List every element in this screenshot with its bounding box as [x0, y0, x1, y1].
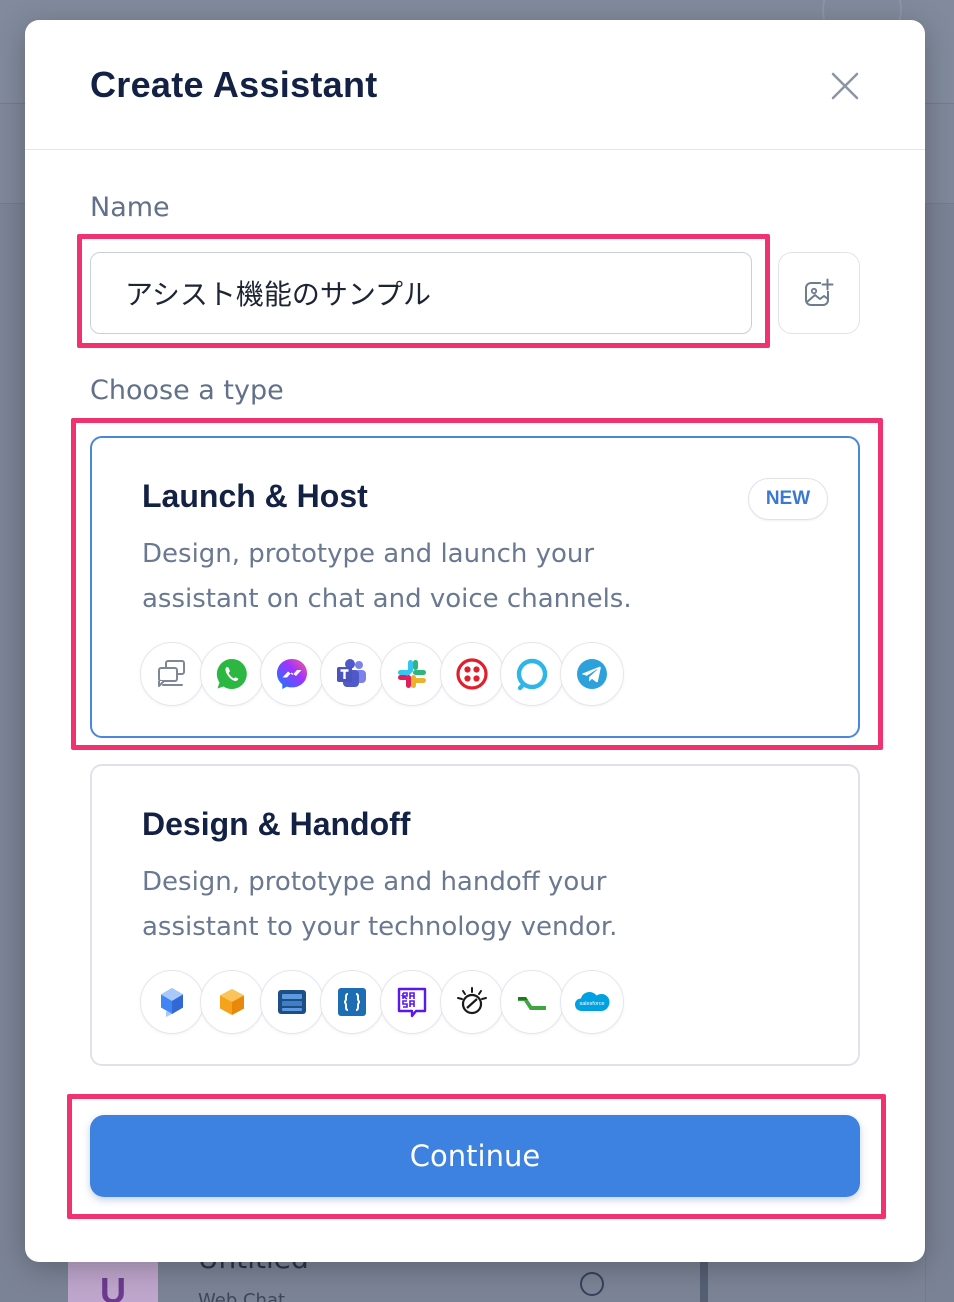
name-label: Name	[90, 192, 170, 223]
launch-host-description: Design, prototype and launch your assist…	[142, 532, 742, 622]
create-assistant-modal: Create Assistant Name アシスト機能のサンプル Choose…	[25, 20, 925, 1262]
json-icon	[320, 970, 384, 1034]
close-button[interactable]	[825, 66, 865, 106]
telegram-icon	[560, 642, 624, 706]
name-input-value: アシスト機能のサンプル	[125, 278, 432, 311]
teams-icon	[320, 642, 384, 706]
modal-title: Create Assistant	[90, 64, 378, 105]
rasa-icon	[380, 970, 444, 1034]
messenger-icon	[260, 642, 324, 706]
choose-type-label: Choose a type	[90, 375, 284, 406]
design-handoff-vendor-icons: salesforce	[140, 970, 624, 1034]
add-image-icon	[805, 278, 834, 306]
background-scrollbar	[700, 1262, 708, 1302]
design-handoff-description-line1: Design, prototype and handoff your	[142, 867, 607, 897]
svg-text:salesforce: salesforce	[579, 1001, 604, 1007]
name-input[interactable]: アシスト機能のサンプル	[90, 252, 752, 334]
launch-host-channel-icons	[140, 642, 624, 706]
background-radio-icon	[580, 1272, 604, 1296]
design-handoff-description: Design, prototype and handoff your assis…	[142, 860, 742, 950]
type-option-design-handoff[interactable]: Design & Handoff Design, prototype and h…	[90, 764, 860, 1066]
dialogflow-icon	[140, 970, 204, 1034]
background-assistant-subtitle: Web Chat	[198, 1290, 286, 1302]
launch-host-title: Launch & Host	[142, 478, 368, 514]
twilio-icon	[440, 642, 504, 706]
watson-icon	[440, 970, 504, 1034]
lex-icon	[200, 970, 264, 1034]
close-icon	[831, 72, 859, 100]
nuance-icon	[260, 970, 324, 1034]
design-handoff-title: Design & Handoff	[142, 806, 411, 842]
alexa-icon	[500, 642, 564, 706]
launch-host-description-line2: assistant on chat and voice channels.	[142, 584, 632, 614]
salesforce-icon: salesforce	[560, 970, 624, 1034]
background-side-panel	[925, 204, 954, 1302]
new-badge: NEW	[748, 478, 828, 520]
kore-icon	[500, 970, 564, 1034]
modal-header: Create Assistant	[25, 20, 925, 150]
launch-host-description-line1: Design, prototype and launch your	[142, 539, 595, 569]
web-chat-icon	[140, 642, 204, 706]
upload-image-button[interactable]	[778, 252, 860, 334]
design-handoff-description-line2: assistant to your technology vendor.	[142, 912, 618, 942]
slack-icon	[380, 642, 444, 706]
whatsapp-icon	[200, 642, 264, 706]
continue-button[interactable]: Continue	[90, 1115, 860, 1197]
type-option-launch-host[interactable]: Launch & Host NEW Design, prototype and …	[90, 436, 860, 738]
